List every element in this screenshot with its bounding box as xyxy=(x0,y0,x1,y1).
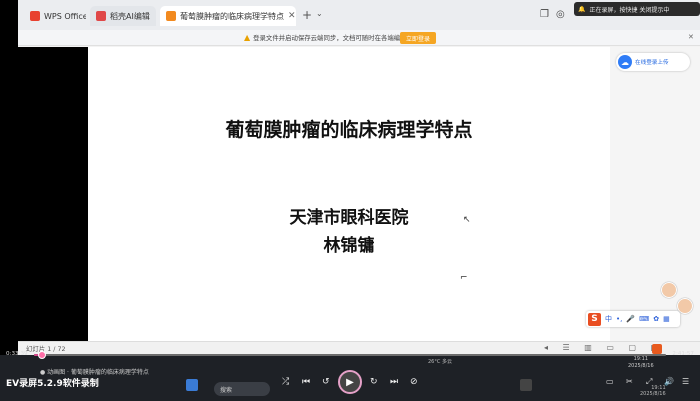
tab-bar: WPS Office 稻壳AI编辑 葡萄膜肿瘤的临床病理学特点 ✕ + ⌄ ❐ … xyxy=(18,0,700,30)
search-placeholder: 搜索 xyxy=(220,386,233,394)
online-upload-button[interactable]: ☁ 在线登录上传 xyxy=(616,53,690,71)
start-icon[interactable] xyxy=(186,379,198,391)
upload-label: 在线登录上传 xyxy=(635,60,669,66)
avatar-icon[interactable]: ◎ xyxy=(556,9,565,20)
close-infobar-icon[interactable]: ✕ xyxy=(688,33,694,41)
login-button[interactable]: 立即登录 xyxy=(400,32,436,44)
recorder-watermark: EV录屏5.2.9软件录制 xyxy=(6,379,99,389)
clock2-date: 2025/8/16 xyxy=(640,391,666,397)
sogou-logo-icon: S xyxy=(588,312,601,326)
info-message: ▲ 登录文件并启动保存云端同步，文档可随时在各端编辑 xyxy=(244,33,407,42)
player-progress[interactable]: 0:33:39 2:41:57 xyxy=(0,349,700,361)
ime-punct[interactable]: •, xyxy=(616,315,622,323)
tab-ai-editor[interactable]: 稻壳AI编辑 xyxy=(90,6,156,26)
login-info-bar: ▲ 登录文件并启动保存云端同步，文档可随时在各端编辑 立即登录 ✕ xyxy=(18,30,700,46)
bell-icon: 🔔 xyxy=(578,5,586,13)
tab-presentation[interactable]: 葡萄膜肿瘤的临床病理学特点 ✕ xyxy=(160,6,296,26)
crop-icon[interactable]: ✂ xyxy=(626,377,633,386)
chevron-down-icon[interactable]: ⌄ xyxy=(316,9,323,18)
tab-label: 葡萄膜肿瘤的临床病理学特点 xyxy=(180,11,284,21)
small-cursor-icon: ⌐ xyxy=(460,273,468,283)
notification-text: 正在录屏，按快捷 关闭提示中 xyxy=(589,6,670,14)
slide[interactable]: 葡萄膜肿瘤的临床病理学特点 天津市眼科医院 林锦镛 ↖ ⌐ xyxy=(88,47,610,341)
clock-date: 2025/8/16 xyxy=(628,363,654,369)
mouse-cursor-icon: ↖ xyxy=(463,215,471,225)
taskbar-clock-secondary[interactable]: 19:11 2025/8/16 xyxy=(640,385,666,397)
recording-notification: 🔔 正在录屏，按快捷 关闭提示中 xyxy=(574,2,700,16)
shuffle-icon[interactable]: ⤮ xyxy=(282,377,289,387)
tray-icon[interactable] xyxy=(520,379,532,391)
next-icon[interactable]: ⏭ xyxy=(390,377,398,387)
left-margin xyxy=(18,47,88,341)
tab-label: 稻壳AI编辑 xyxy=(110,11,150,21)
ime-mode[interactable]: 中 xyxy=(605,314,612,324)
slide-organization: 天津市眼科医院 xyxy=(289,208,409,228)
fullscreen-icon[interactable]: ⤢ xyxy=(646,377,652,387)
progress-track[interactable] xyxy=(34,351,666,359)
volume-icon[interactable]: 🔊 xyxy=(664,377,674,386)
ai-editor-icon xyxy=(96,11,106,21)
upload-icon: ☁ xyxy=(618,55,632,69)
progress-knob[interactable] xyxy=(38,351,47,359)
ime-toolbar[interactable]: S 中 •, 🎤 ⌨ ✿ ▦ xyxy=(586,311,680,327)
overlay-task-label: ● 动画图 · 葡萄膜肿瘤的临床病理学特点 xyxy=(40,369,149,376)
close-tab-icon[interactable]: ✕ xyxy=(288,11,296,21)
wps-logo-icon xyxy=(30,11,40,21)
slide-title: 葡萄膜肿瘤的临床病理学特点 xyxy=(225,119,473,141)
new-tab-button[interactable]: + xyxy=(302,8,312,22)
assistant-avatar-icon[interactable] xyxy=(661,282,677,298)
taskbar-search[interactable]: 搜索 xyxy=(214,382,270,396)
info-message-text: 登录文件并启动保存云端同步，文档可随时在各端编辑 xyxy=(253,34,407,42)
play-button[interactable]: ▶ xyxy=(338,370,362,394)
presentation-icon xyxy=(166,11,176,21)
total-time: 2:41:57 xyxy=(672,351,694,357)
tab-label: WPS Office xyxy=(44,11,86,21)
previous-icon[interactable]: ⏮ xyxy=(302,377,310,387)
tools-icon[interactable]: ▦ xyxy=(663,315,670,323)
keyboard-icon[interactable]: ⌨ xyxy=(639,315,649,323)
forward-icon[interactable]: ↻ xyxy=(370,377,378,387)
right-panel xyxy=(610,47,700,341)
window-restore-icon[interactable]: ❐ xyxy=(540,9,549,20)
tab-wps-office[interactable]: WPS Office xyxy=(24,6,86,26)
play-icon: ▶ xyxy=(346,376,354,388)
warning-icon: ▲ xyxy=(244,33,251,42)
microphone-icon[interactable]: 🎤 xyxy=(626,315,635,323)
rewind-icon[interactable]: ↺ xyxy=(322,377,330,387)
menu-icon[interactable]: ☰ xyxy=(682,377,689,386)
slideshow-stage: 葡萄膜肿瘤的临床病理学特点 天津市眼科医院 林锦镛 ↖ ⌐ ☁ 在线登录上传 S… xyxy=(18,47,700,341)
subtitle-off-icon[interactable]: ⊘ xyxy=(410,377,418,387)
screen: WPS Office 稻壳AI编辑 葡萄膜肿瘤的临床病理学特点 ✕ + ⌄ ❐ … xyxy=(0,0,700,401)
skin-icon[interactable]: ✿ xyxy=(653,315,659,323)
screen-icon[interactable]: ▭ xyxy=(606,377,614,386)
current-time: 0:33:39 xyxy=(6,351,28,357)
wps-window: WPS Office 稻壳AI编辑 葡萄膜肿瘤的临床病理学特点 ✕ + ⌄ ❐ … xyxy=(18,0,700,355)
slide-author: 林锦镛 xyxy=(323,236,375,256)
